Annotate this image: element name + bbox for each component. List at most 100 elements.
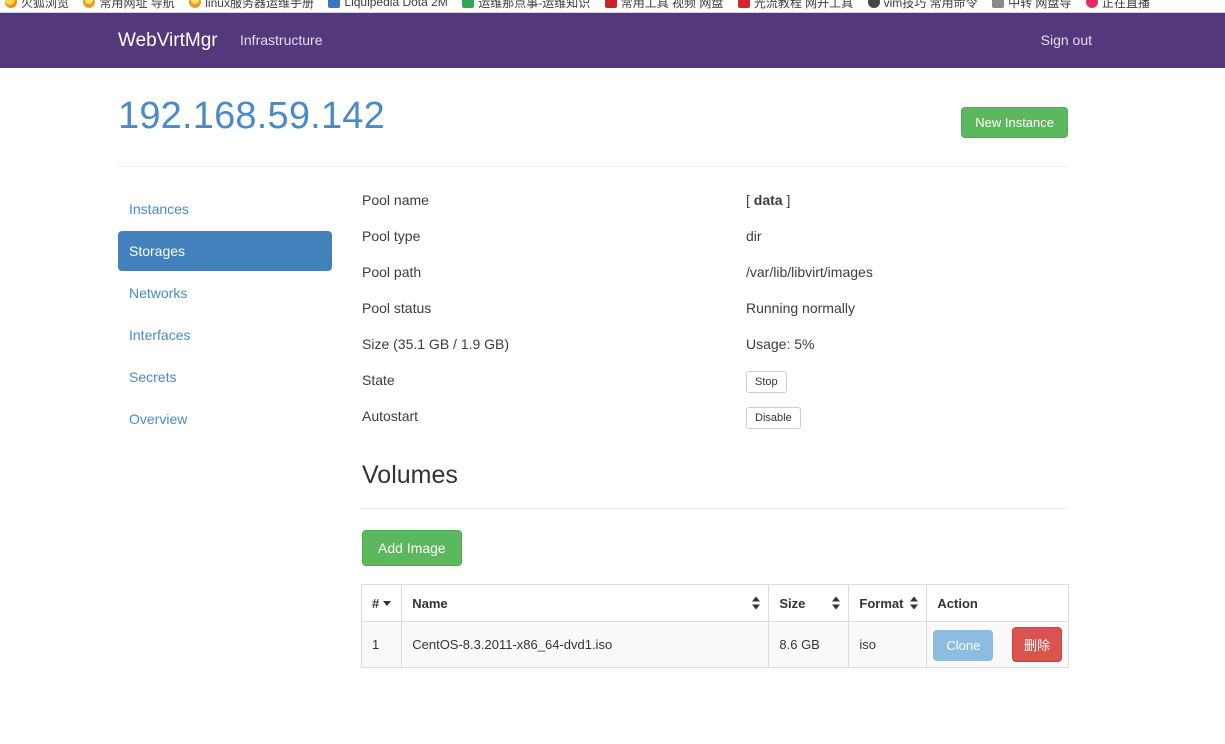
- bookmark-item[interactable]: 常用网址 导航: [83, 0, 175, 12]
- brand-logo[interactable]: WebVirtMgr: [118, 13, 218, 68]
- pool-autostart-row: Autostart Disable: [362, 405, 1068, 441]
- cell-size: 8.6 GB: [768, 621, 850, 668]
- pool-usage-value: Usage: 5%: [746, 336, 815, 352]
- cell-index: 1: [360, 621, 403, 668]
- column-label-size: Size: [779, 595, 806, 611]
- bookmark-item[interactable]: 光流教程 网开工具: [737, 0, 854, 12]
- table-header-row: # Name Size Format Action: [360, 584, 1069, 622]
- pool-name-text: data: [753, 192, 783, 208]
- disable-autostart-button[interactable]: Disable: [746, 407, 801, 429]
- column-header-index[interactable]: #: [360, 584, 403, 622]
- bookmark-label: 常用网址 导航: [99, 0, 175, 10]
- pool-name-row: Pool name [ data ]: [362, 189, 1068, 225]
- pool-autostart-label: Autostart: [362, 408, 419, 424]
- delete-volume-button[interactable]: 删除: [1011, 627, 1062, 662]
- sort-both-icon: [910, 596, 919, 610]
- pool-status-row: Pool status Running normally: [362, 297, 1068, 333]
- sidebar-item-interfaces[interactable]: Interfaces: [118, 315, 332, 355]
- bookmark-item[interactable]: 运维那点事-运维知识: [462, 0, 591, 12]
- sidebar-item-overview[interactable]: Overview: [118, 399, 332, 439]
- pool-path-row: Pool path /var/lib/libvirt/images: [362, 261, 1068, 297]
- pool-detail-list: Pool name [ data ] Pool type dir Pool pa…: [362, 189, 1068, 441]
- column-label-format: Format: [859, 595, 904, 611]
- column-label-action: Action: [937, 595, 978, 611]
- sidebar-item-storages[interactable]: Storages: [118, 231, 332, 271]
- pool-name-label: Pool name: [362, 192, 429, 208]
- pool-type-label: Pool type: [362, 228, 421, 244]
- caret-down-icon: [383, 600, 392, 606]
- column-header-name[interactable]: Name: [401, 584, 770, 622]
- youtube-icon: [737, 0, 750, 8]
- bookmark-label: linux服务器运维手册: [205, 0, 314, 10]
- pool-size-row: Size (35.1 GB / 1.9 GB) Usage: 5%: [362, 333, 1068, 369]
- pool-status-label: Pool status: [362, 300, 432, 316]
- bookmark-label: 常用工具 视频 网盘: [620, 0, 724, 10]
- pool-autostart-value: Disable: [746, 405, 801, 429]
- volumes-table: # Name Size Format Action 1 CentOS-8.3.2…: [360, 584, 1069, 668]
- bookmark-item[interactable]: 常用工具 视频 网盘: [604, 0, 724, 12]
- sign-out-link[interactable]: Sign out: [1041, 13, 1092, 68]
- volumes-title: Volumes: [362, 461, 458, 489]
- tux-icon: [189, 0, 202, 8]
- page-header: 192.168.59.142 New Instance: [118, 95, 1068, 138]
- pool-type-row: Pool type dir: [362, 225, 1068, 261]
- bookmark-label: 光流教程 网开工具: [753, 0, 854, 10]
- column-header-size[interactable]: Size: [768, 584, 850, 622]
- volumes-section-header: Volumes: [362, 459, 1068, 491]
- bookmark-label: Liquipedia Dota 2M: [344, 0, 448, 9]
- wrench-icon: [462, 0, 475, 8]
- bookmark-label: 运维那点事-运维知识: [478, 0, 591, 10]
- bookmark-label: 火狐浏览: [21, 0, 70, 10]
- sidebar-item-secrets[interactable]: Secrets: [118, 357, 332, 397]
- volumes-table-head: # Name Size Format Action: [360, 584, 1069, 622]
- gear-icon: [867, 0, 880, 8]
- browser-bookmarks-bar[interactable]: 火狐浏览 常用网址 导航 linux服务器运维手册 Liquipedia Dot…: [0, 0, 1225, 13]
- pool-type-value: dir: [746, 228, 762, 244]
- stop-pool-button[interactable]: Stop: [746, 371, 787, 393]
- sort-both-icon: [752, 596, 761, 610]
- volumes-table-body: 1 CentOS-8.3.2011-x86_64-dvd1.iso 8.6 GB…: [360, 621, 1069, 668]
- bookmark-item[interactable]: 火狐浏览: [5, 0, 70, 12]
- pool-name-value: [ data ]: [746, 192, 791, 208]
- cell-name: CentOS-8.3.2011-x86_64-dvd1.iso: [401, 621, 770, 668]
- firefox-icon: [5, 0, 17, 8]
- live-icon: [1085, 0, 1098, 8]
- bookmark-item[interactable]: 中转 网盘导: [992, 0, 1072, 12]
- bookmark-item[interactable]: 正在直播: [1085, 0, 1150, 12]
- cell-format: iso: [848, 621, 928, 668]
- column-header-format[interactable]: Format: [848, 584, 928, 622]
- pool-size-label: Size (35.1 GB / 1.9 GB): [362, 336, 510, 352]
- bookmark-label: 正在直播: [1101, 0, 1150, 10]
- pool-status-value: Running normally: [746, 300, 855, 316]
- pool-state-label: State: [362, 372, 395, 388]
- bookmark-label: vim技巧 常用命令: [883, 0, 978, 10]
- sidebar-item-networks[interactable]: Networks: [118, 273, 332, 313]
- new-instance-button[interactable]: New Instance: [961, 107, 1068, 138]
- bookmark-item[interactable]: Liquipedia Dota 2M: [328, 0, 448, 12]
- bookmark-item[interactable]: linux服务器运维手册: [189, 0, 314, 12]
- circle-icon: [604, 0, 617, 8]
- bookmark-item[interactable]: vim技巧 常用命令: [867, 0, 978, 12]
- column-label-name: Name: [412, 595, 448, 611]
- top-navbar: WebVirtMgr Infrastructure Sign out: [0, 13, 1225, 68]
- sidebar-item-instances[interactable]: Instances: [118, 189, 332, 229]
- pool-state-row: State Stop: [362, 369, 1068, 405]
- volumes-divider: [362, 508, 1068, 509]
- volumes-table-wrapper: # Name Size Format Action 1 CentOS-8.3.2…: [360, 584, 1069, 668]
- clone-volume-button[interactable]: Clone: [933, 630, 994, 661]
- pool-state-value: Stop: [746, 369, 787, 393]
- bookmark-label: 中转 网盘导: [1008, 0, 1072, 10]
- header-divider: [118, 166, 1068, 167]
- cell-action: Clone 删除: [926, 621, 1069, 668]
- pool-path-label: Pool path: [362, 264, 422, 280]
- column-header-action: Action: [926, 584, 1069, 622]
- add-image-button[interactable]: Add Image: [362, 530, 462, 566]
- pool-path-value: /var/lib/libvirt/images: [746, 264, 873, 280]
- page-title: 192.168.59.142: [118, 95, 385, 137]
- sort-both-icon: [832, 596, 841, 610]
- nav-item-infrastructure[interactable]: Infrastructure: [240, 13, 322, 68]
- column-label-index: #: [372, 595, 380, 611]
- sidebar-nav: Instances Storages Networks Interfaces S…: [118, 189, 332, 441]
- table-row: 1 CentOS-8.3.2011-x86_64-dvd1.iso 8.6 GB…: [360, 621, 1069, 668]
- dota-icon: [328, 0, 341, 8]
